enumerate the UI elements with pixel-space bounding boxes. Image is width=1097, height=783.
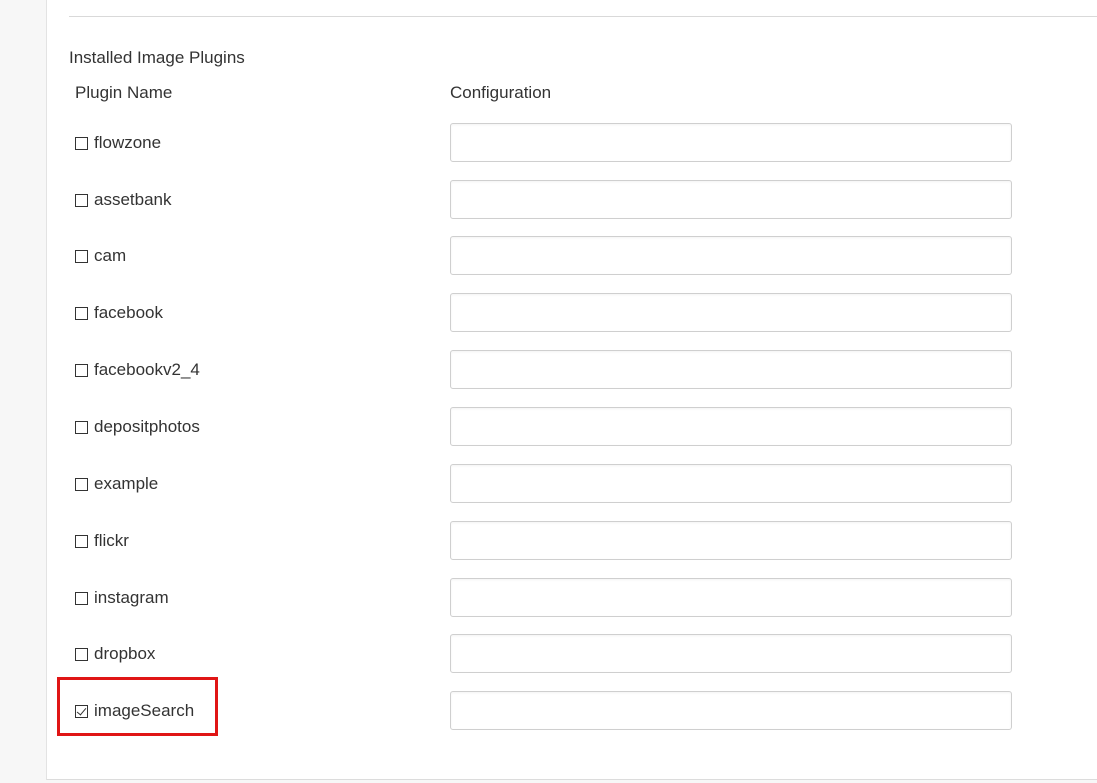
config-input-dropbox[interactable] xyxy=(450,634,1012,673)
config-input-instagram[interactable] xyxy=(450,578,1012,617)
plugin-name: instagram xyxy=(94,588,169,607)
plugin-row-instagram: instagram xyxy=(0,578,1097,618)
checkbox-flickr[interactable] xyxy=(75,534,88,548)
config-input-depositphotos[interactable] xyxy=(450,407,1012,446)
plugin-row-flowzone: flowzone xyxy=(0,123,1097,163)
plugin-row-facebook: facebook xyxy=(0,293,1097,333)
plugin-checkbox-label[interactable]: assetbank xyxy=(75,188,172,212)
checkbox-dropbox[interactable] xyxy=(75,647,88,661)
plugin-row-depositphotos: depositphotos xyxy=(0,407,1097,447)
highlight-box xyxy=(57,677,218,736)
checkbox-facebook[interactable] xyxy=(75,306,88,320)
plugin-row-assetbank: assetbank xyxy=(0,180,1097,220)
config-input-flickr[interactable] xyxy=(450,521,1012,560)
checkbox-cam[interactable] xyxy=(75,249,88,263)
plugin-name: facebook xyxy=(94,303,163,322)
plugin-name: dropbox xyxy=(94,644,156,663)
plugin-name: cam xyxy=(94,246,127,265)
plugin-name: example xyxy=(94,474,159,493)
plugin-checkbox-label[interactable]: instagram xyxy=(75,586,169,610)
plugin-row-flickr: flickr xyxy=(0,521,1097,561)
plugin-row-example: example xyxy=(0,464,1097,504)
checkbox-assetbank[interactable] xyxy=(75,193,88,207)
config-input-assetbank[interactable] xyxy=(450,180,1012,219)
plugin-checkbox-label[interactable]: dropbox xyxy=(75,642,155,666)
plugin-checkbox-label[interactable]: flickr xyxy=(75,529,129,553)
plugin-name: facebookv2_4 xyxy=(94,360,200,379)
plugin-checkbox-label[interactable]: facebook xyxy=(75,301,163,325)
config-input-cam[interactable] xyxy=(450,236,1012,275)
config-input-facebook[interactable] xyxy=(450,293,1012,332)
checkbox-instagram[interactable] xyxy=(75,591,88,605)
plugin-name: flowzone xyxy=(94,133,162,152)
plugin-checkbox-label[interactable]: facebookv2_4 xyxy=(75,358,200,382)
checkbox-flowzone[interactable] xyxy=(75,136,88,150)
checkbox-example[interactable] xyxy=(75,477,88,491)
plugin-list: flowzone assetbank cam facebook facebook… xyxy=(0,0,1097,783)
plugin-row-cam: cam xyxy=(0,236,1097,276)
plugin-checkbox-label[interactable]: cam xyxy=(75,244,126,268)
plugin-checkbox-label[interactable]: flowzone xyxy=(75,131,161,155)
plugin-row-facebookv2_4: facebookv2_4 xyxy=(0,350,1097,390)
plugin-checkbox-label[interactable]: example xyxy=(75,472,158,496)
config-input-flowzone[interactable] xyxy=(450,123,1012,162)
config-input-imagesearch[interactable] xyxy=(450,691,1012,730)
config-input-facebookv2_4[interactable] xyxy=(450,350,1012,389)
plugin-name: depositphotos xyxy=(94,417,200,436)
plugin-name: flickr xyxy=(94,531,129,550)
plugin-checkbox-label[interactable]: depositphotos xyxy=(75,415,200,439)
plugin-row-dropbox: dropbox xyxy=(0,634,1097,674)
checkbox-depositphotos[interactable] xyxy=(75,420,88,434)
checkbox-facebookv2_4[interactable] xyxy=(75,363,88,377)
plugin-name: assetbank xyxy=(94,190,172,209)
config-input-example[interactable] xyxy=(450,464,1012,503)
